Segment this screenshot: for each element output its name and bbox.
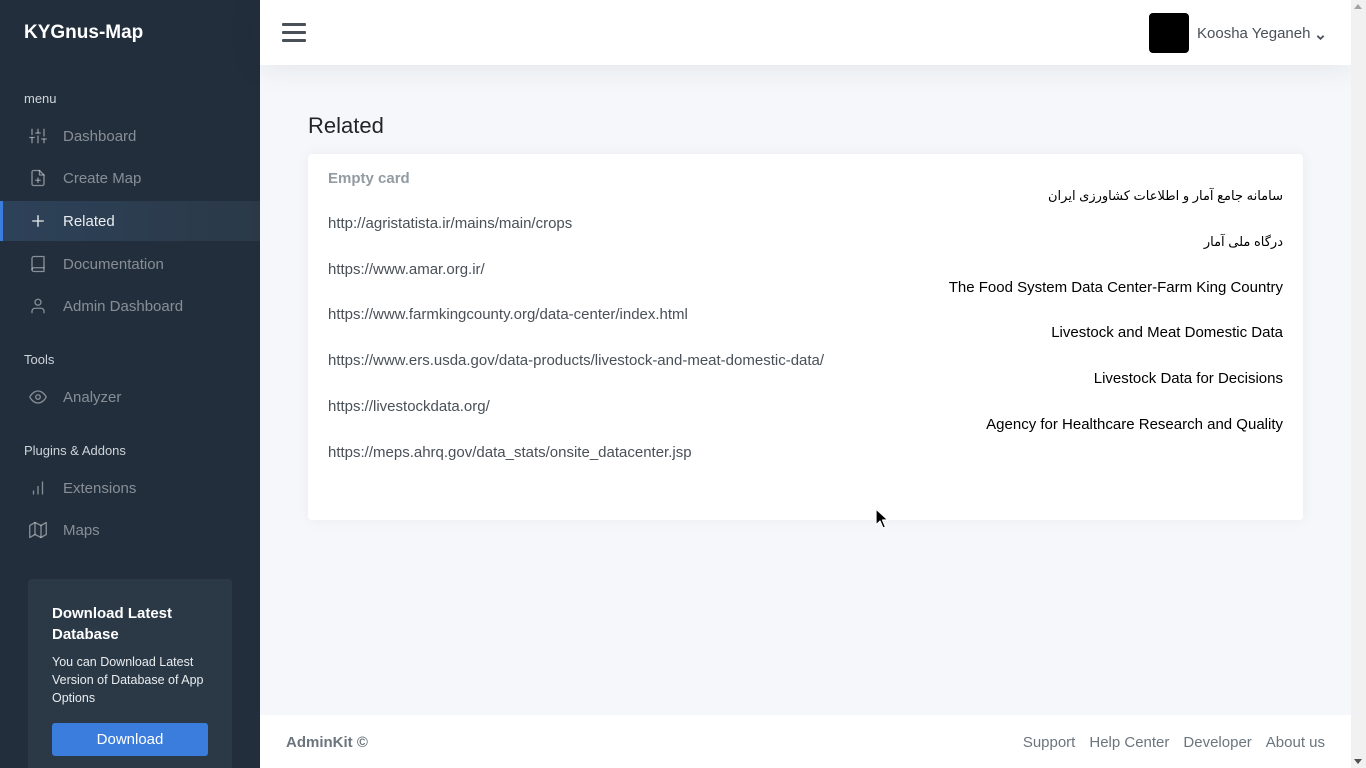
related-link[interactable]: https://meps.ahrq.gov/data_stats/onsite_…: [328, 444, 692, 461]
scroll-down-arrow-icon[interactable]: [1354, 759, 1362, 764]
sidebar-item-extensions[interactable]: Extensions: [0, 468, 260, 508]
cta-text: You can Download Latest Version of Datab…: [52, 655, 204, 705]
plus-icon: [28, 211, 48, 231]
user-name: Koosha Yeganeh: [1197, 24, 1311, 42]
site-name: درگاه ملی آمار: [1203, 234, 1283, 249]
sidebar-item-analyzer[interactable]: Analyzer: [0, 377, 260, 417]
sidebar-item-dashboard[interactable]: Dashboard: [0, 116, 260, 156]
sidebar-section-tools: Tools: [24, 352, 55, 367]
sidebar-item-label: Documentation: [63, 255, 164, 273]
sidebar-item-documentation[interactable]: Documentation: [0, 244, 260, 284]
avatar: [1149, 13, 1189, 53]
footer-link-help-center[interactable]: Help Center: [1089, 734, 1169, 751]
sidebar-item-related[interactable]: Related: [0, 201, 260, 241]
cta-title: Download Latest Database: [52, 605, 173, 643]
footer-brand[interactable]: AdminKit ©: [286, 734, 368, 751]
related-link[interactable]: https://www.farmkingcounty.org/data-cent…: [328, 306, 688, 323]
footer-links: Support Help Center Developer About us: [1009, 734, 1325, 751]
related-link[interactable]: https://livestockdata.org/: [328, 398, 490, 415]
sidebar-section-menu: menu: [24, 91, 57, 106]
site-name: The Food System Data Center-Farm King Co…: [948, 279, 1283, 296]
related-link[interactable]: http://agristatista.ir/mains/main/crops: [328, 215, 572, 232]
sidebar: KYGnus-Map menu Dashboard Create Map Rel…: [0, 0, 260, 768]
sidebar-item-create-map[interactable]: Create Map: [0, 158, 260, 198]
card-title: Empty card: [328, 170, 410, 187]
related-link[interactable]: https://www.amar.org.ir/: [328, 261, 485, 278]
download-button[interactable]: Download: [52, 723, 208, 756]
brand-logo[interactable]: KYGnus-Map: [24, 22, 143, 44]
user-menu[interactable]: Koosha Yeganeh: [1149, 13, 1325, 53]
eye-icon: [28, 387, 48, 407]
footer-link-about-us[interactable]: About us: [1266, 734, 1325, 751]
sidebar-item-label: Create Map: [63, 169, 142, 187]
chevron-down-icon: [1316, 29, 1325, 40]
sidebar-item-label: Extensions: [63, 479, 137, 497]
topbar: Koosha Yeganeh: [260, 0, 1351, 65]
sidebar-item-label: Related: [63, 212, 115, 230]
map-icon: [28, 520, 48, 540]
sidebar-item-admin-dashboard[interactable]: Admin Dashboard: [0, 286, 260, 326]
sidebar-item-maps[interactable]: Maps: [0, 510, 260, 550]
site-name: Agency for Healthcare Research and Quali…: [986, 416, 1283, 433]
sidebar-item-label: Analyzer: [63, 388, 122, 406]
related-card: Empty card سامانه جامع آمار و اطلاعات کش…: [308, 154, 1303, 520]
scroll-up-arrow-icon[interactable]: [1354, 4, 1362, 9]
related-link[interactable]: https://www.ers.usda.gov/data-products/l…: [328, 352, 824, 369]
download-cta-card: Download Latest Database You can Downloa…: [28, 579, 232, 768]
sliders-icon: [28, 126, 48, 146]
footer-link-support[interactable]: Support: [1023, 734, 1076, 751]
sidebar-item-label: Dashboard: [63, 127, 137, 145]
book-icon: [28, 254, 48, 274]
bar-chart-icon: [28, 478, 48, 498]
sidebar-section-plugins: Plugins & Addons: [24, 443, 126, 458]
site-name: Livestock Data for Decisions: [1093, 370, 1283, 387]
sidebar-item-label: Admin Dashboard: [63, 297, 184, 315]
file-plus-icon: [28, 168, 48, 188]
mouse-cursor-icon: [875, 508, 889, 529]
page-scrollbar[interactable]: [1351, 0, 1366, 768]
page-title: Related: [308, 113, 384, 138]
footer: AdminKit © Support Help Center Developer…: [260, 715, 1351, 768]
sidebar-item-label: Maps: [63, 521, 100, 539]
site-name: Livestock and Meat Domestic Data: [1051, 324, 1283, 341]
user-icon: [28, 296, 48, 316]
sidebar-toggle-icon[interactable]: [282, 23, 306, 43]
site-name: سامانه جامع آمار و اطلاعات کشاورزی ایران: [1048, 188, 1283, 203]
footer-link-developer[interactable]: Developer: [1183, 734, 1251, 751]
